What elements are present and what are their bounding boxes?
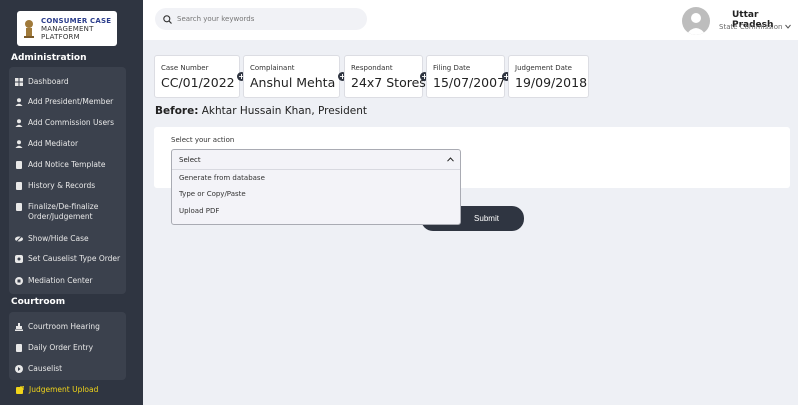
sidebar-item-label: Mediation Center [28, 276, 93, 285]
logo-line-2: MANAGEMENT [41, 24, 94, 33]
sidebar-item-add-notice-template[interactable]: Add Notice Template [15, 160, 105, 170]
eye-slash-icon [15, 235, 23, 243]
option-upload-pdf[interactable]: Upload PDF [179, 207, 219, 215]
sidebar-item-finalize[interactable]: Finalize/De-finalize Order/Judgement [15, 202, 115, 222]
sidebar-item-label: Courtroom Hearing [28, 322, 100, 331]
logo-line-3: PLATFORM [41, 32, 80, 41]
logo-text: CONSUMER CASE MANAGEMENT PLATFORM [41, 17, 111, 41]
building-icon [15, 277, 23, 285]
role-dropdown[interactable]: State Commission [719, 23, 791, 31]
judgement-date-value: 19/09/2018 [515, 75, 588, 90]
role-label: State Commission [719, 23, 783, 31]
sidebar-item-label: Add Commission Users [28, 118, 115, 127]
sidebar-item-causelist-type-order[interactable]: Set Causelist Type Order [15, 254, 120, 264]
grid-icon [15, 78, 23, 86]
user-avatar-icon [686, 13, 706, 35]
filing-date-value: 15/07/2007 [433, 75, 506, 90]
case-number-value: CC/01/2022 [161, 75, 235, 90]
action-select-dropdown[interactable]: Select Generate from database Type or Co… [171, 149, 461, 225]
courtroom-title: Courtroom [11, 297, 66, 307]
sidebar-item-history-records[interactable]: History & Records [15, 181, 95, 191]
complainant-value: Anshul Mehta [250, 75, 336, 90]
search-bar[interactable] [155, 8, 367, 30]
sidebar-item-dashboard[interactable]: Dashboard [15, 77, 69, 87]
submit-label: Submit [474, 214, 499, 223]
action-select[interactable]: Select [172, 150, 460, 170]
sidebar-item-label: Finalize/De-finalize Order/Judgement [28, 202, 99, 221]
document-icon [16, 344, 22, 352]
sidebar-item-mediation-center[interactable]: Mediation Center [15, 276, 93, 286]
before-name: Akhtar Hussain Khan, President [201, 105, 367, 117]
sidebar-item-label: Set Causelist Type Order [28, 254, 121, 263]
courtroom-menu: Courtroom Hearing Daily Order Entry Caus… [9, 312, 126, 380]
complainant-card: Complainant Anshul Mehta [243, 55, 340, 98]
sidebar-item-label: Add President/Member [28, 97, 114, 106]
sidebar-item-label: Causelist [28, 364, 63, 373]
case-number-card: Case Number CC/01/2022 [154, 55, 240, 98]
list-icon [15, 365, 23, 373]
sidebar-item-label: Dashboard [28, 77, 69, 86]
sidebar-item-add-mediator[interactable]: Add Mediator [15, 139, 78, 149]
gavel-icon [15, 323, 23, 331]
emblem-icon [24, 19, 34, 38]
complainant-label: Complainant [250, 64, 295, 72]
sidebar-item-label: Add Notice Template [28, 160, 106, 169]
logo-line-1: CONSUMER CASE [41, 16, 112, 25]
settings-icon [15, 255, 23, 263]
sidebar-item-causelist[interactable]: Causelist [15, 364, 62, 374]
chevron-up-icon [447, 157, 454, 162]
filing-date-label: Filing Date [433, 64, 471, 72]
document-icon [16, 182, 22, 190]
admin-menu: Dashboard Add President/Member Add Commi… [9, 67, 126, 294]
select-value: Select [179, 156, 201, 164]
before-prefix: Before: [155, 105, 199, 117]
before-heading: Before: Akhtar Hussain Khan, President [155, 105, 367, 117]
sidebar-item-judgement-upload[interactable]: Judgement Upload [16, 385, 98, 395]
respondant-value: 24x7 Stores [351, 75, 426, 90]
top-header: Uttar Pradesh State Commission [143, 0, 798, 40]
sidebar-item-courtroom-hearing[interactable]: Courtroom Hearing [15, 322, 100, 332]
sidebar-item-label: Show/Hide Case [28, 234, 89, 243]
search-icon [163, 14, 172, 24]
case-number-label: Case Number [161, 64, 209, 72]
search-input[interactable] [177, 15, 357, 23]
sidebar-item-show-hide-case[interactable]: Show/Hide Case [15, 234, 89, 244]
user-icon [15, 98, 23, 106]
respondant-label: Respondant [351, 64, 393, 72]
chevron-down-icon [784, 24, 791, 29]
sidebar-item-daily-order-entry[interactable]: Daily Order Entry [15, 343, 93, 353]
document-icon [16, 203, 22, 211]
user-icon [15, 119, 23, 127]
upload-icon [16, 386, 24, 394]
sidebar-item-add-president[interactable]: Add President/Member [15, 97, 113, 107]
administration-title: Administration [11, 53, 87, 63]
option-type-copy-paste[interactable]: Type or Copy/Paste [179, 190, 246, 198]
document-icon [16, 161, 22, 169]
option-generate-from-database[interactable]: Generate from database [179, 174, 265, 182]
judgement-date-card: Judgement Date 19/09/2018 [508, 55, 589, 98]
sidebar-item-label: Judgement Upload [29, 385, 99, 394]
avatar[interactable] [682, 7, 710, 35]
sidebar-item-label: History & Records [28, 181, 96, 190]
user-icon [15, 140, 23, 148]
app-logo[interactable]: CONSUMER CASE MANAGEMENT PLATFORM [17, 11, 117, 46]
sidebar-item-add-commission-users[interactable]: Add Commission Users [15, 118, 114, 128]
filing-date-card: Filing Date 15/07/2007 [426, 55, 505, 98]
action-label: Select your action [171, 136, 235, 144]
sidebar: CONSUMER CASE MANAGEMENT PLATFORM Admini… [0, 0, 143, 405]
sidebar-item-label: Add Mediator [28, 139, 79, 148]
sidebar-item-label: Daily Order Entry [28, 343, 94, 352]
judgement-date-label: Judgement Date [515, 64, 572, 72]
respondant-card: Respondant 24x7 Stores [344, 55, 426, 98]
